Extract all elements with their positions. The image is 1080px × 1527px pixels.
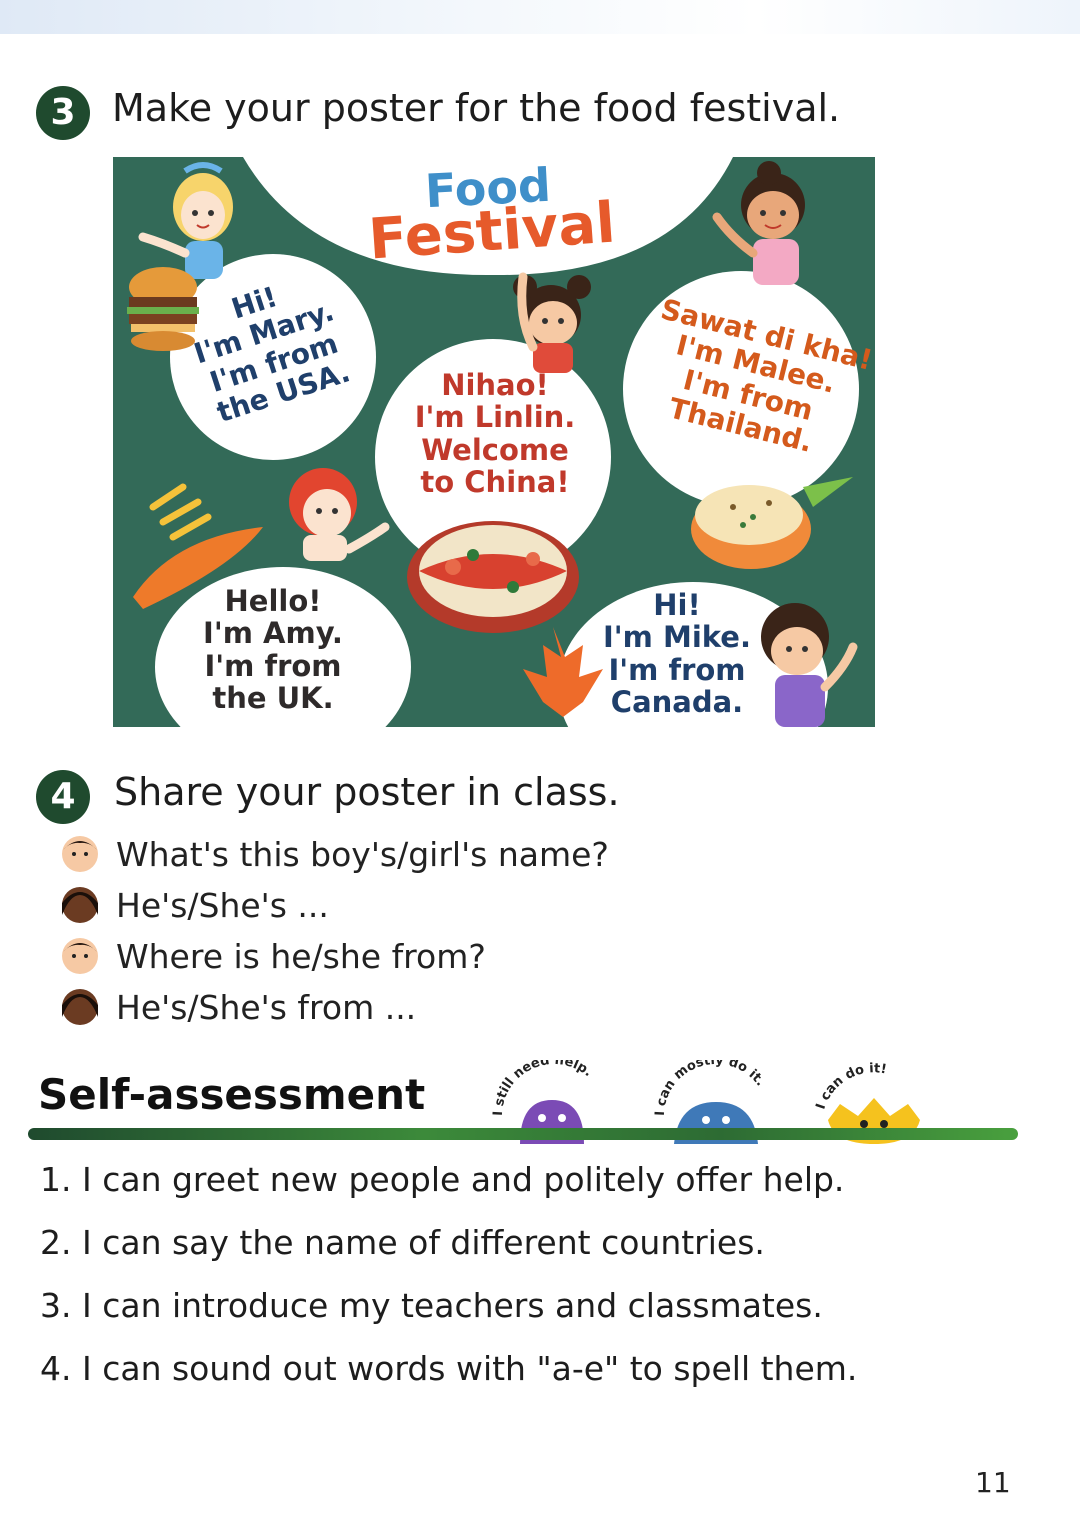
assessment-statement: 2. I can say the name of different count… bbox=[40, 1223, 765, 1262]
dialogue-text: He's/She's ... bbox=[116, 885, 329, 925]
assessment-statement: 1. I can greet new people and politely o… bbox=[40, 1160, 845, 1199]
assessment-statement: 3. I can introduce my teachers and class… bbox=[40, 1286, 823, 1325]
dialogue-line: He's/She's ... bbox=[60, 883, 329, 927]
section-title: Share your poster in class. bbox=[114, 770, 620, 814]
section-number-badge: 4 bbox=[36, 770, 90, 824]
self-assessment-title: Self-assessment bbox=[38, 1070, 426, 1119]
food-festival-poster: Food Festival Hi! I'm Mary. I'm from the… bbox=[113, 157, 875, 727]
hotpot-icon bbox=[407, 521, 579, 633]
dialogue-line: Where is he/she from? bbox=[60, 934, 486, 978]
girl-face-icon bbox=[62, 989, 98, 1025]
boy-face-icon bbox=[62, 836, 98, 872]
dialogue-text: What's this boy's/girl's name? bbox=[116, 834, 609, 874]
dialogue-line: What's this boy's/girl's name? bbox=[60, 832, 609, 876]
bubble-text-amy: Hello! I'm Amy. I'm from the UK. bbox=[203, 584, 343, 716]
section-number-badge: 3 bbox=[36, 86, 90, 140]
amy-character bbox=[289, 468, 390, 561]
boy-face-icon bbox=[62, 938, 98, 974]
top-page-strip bbox=[0, 0, 1080, 34]
dialogue-text: Where is he/she from? bbox=[116, 936, 486, 976]
girl-face-icon bbox=[62, 887, 98, 923]
self-assessment-divider bbox=[28, 1128, 1018, 1140]
dialogue-text: He's/She's from ... bbox=[116, 987, 417, 1027]
page-number: 11 bbox=[975, 1466, 1011, 1499]
dialogue-line: He's/She's from ... bbox=[60, 985, 416, 1029]
bubble-text-mike: Hi! I'm Mike. I'm from Canada. bbox=[603, 588, 751, 720]
section-title: Make your poster for the food festival. bbox=[112, 86, 841, 130]
malee-character bbox=[712, 161, 805, 285]
assessment-statement: 4. I can sound out words with "a-e" to s… bbox=[40, 1349, 858, 1388]
bubble-text-linlin: Nihao! I'm Linlin. Welcome to China! bbox=[414, 368, 576, 500]
mary-character bbox=[138, 162, 233, 279]
